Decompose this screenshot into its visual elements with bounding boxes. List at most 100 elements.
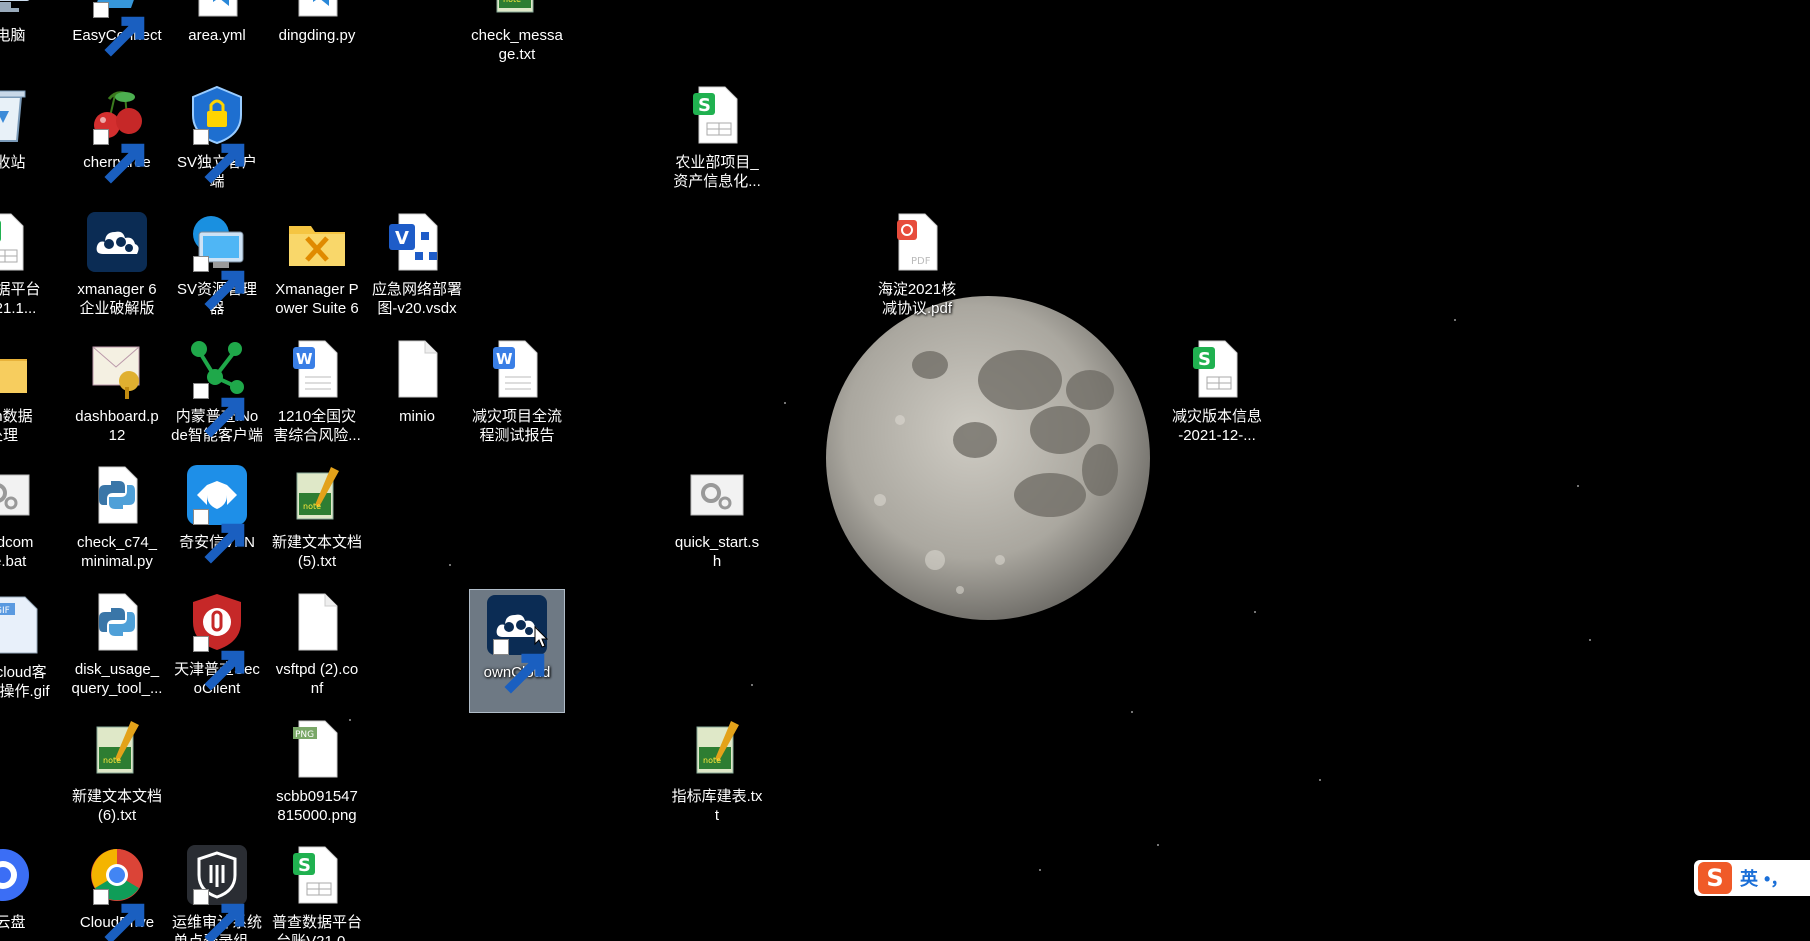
desktop-icon-disaster-test-report[interactable]: W 减灾项目全流 程测试报告_... [470,334,564,456]
desktop-icon-new-text-5[interactable]: note 新建文本文档 (5).txt [270,460,364,582]
desktop-icon-label: 1210全国灾 害综合风险... [273,408,361,444]
recycle-bin-icon [0,83,35,147]
desktop-icon-area-yml[interactable]: area.yml [170,0,264,75]
desktop[interactable]: 此电脑 EasyConnect area.yml dingding.py note che… [0,0,1810,941]
desktop-icon-aliyun-drive[interactable]: 里云盘 [0,840,50,941]
certificate-icon [85,337,149,401]
desktop-icon-ops-audit[interactable]: 运维审计系统 单点登录组... [170,840,264,941]
desktop-icon-beyondcompare-bat[interactable]: yondcom are.bat [0,460,50,582]
desktop-icon-label: disk_usage_ query_tool_... [71,661,163,697]
shortcut-arrow-icon [193,383,245,438]
xmanager-folder-icon [285,210,349,274]
sogou-ime-icon[interactable]: S [1698,862,1732,894]
desktop-icon-minio[interactable]: minio [370,334,464,456]
desktop-icon-python-data[interactable]: thon数据 处理 [0,334,50,456]
desktop-icon-scbb-png[interactable]: PNG scbb091547 815000.png [270,714,364,836]
shortcut-arrow-icon [93,889,145,941]
gif-icon: GIF [0,593,49,657]
shortcut-arrow-icon [193,889,245,941]
desktop-icon-dingding-py[interactable]: dingding.py [270,0,364,75]
desktop-icon-label: 查数据平台 账V21.1... [0,281,41,317]
word-icon: W [485,337,549,401]
desktop-icon-census-data-v21b[interactable]: S 普查数据平台 台账V21.0... [270,840,364,941]
desktop-icon-label: 回收站 [0,154,26,171]
shortcut-arrow-icon [193,636,245,691]
pdf-icon: PDF [885,210,949,274]
desktop-icon-label: area.yml [188,27,246,44]
ime-language-toggle[interactable]: 英 [1740,865,1758,891]
desktop-icon-label: dashboard.p 12 [75,408,159,444]
desktop-icon-clouddrive[interactable]: CloudDrive [70,840,164,941]
aliyun-icon [0,843,35,907]
shield-lock-icon [185,83,249,184]
cherry-icon [85,83,149,184]
gear-file-icon [0,463,35,527]
desktop-icon-label: thon数据 处理 [0,408,33,444]
svg-text:note: note [503,0,521,4]
svg-text:GIF: GIF [0,606,10,616]
python-file-icon [85,463,149,527]
mouse-cursor-icon [534,626,548,648]
desktop-icon-label: 普查数据平台 台账V21.0... [271,914,362,941]
desktop-icon-haidian-pdf[interactable]: PDF 海淀2021核 减协议.pdf [870,207,964,329]
blank-file-icon [285,590,349,654]
desktop-icon-check-message[interactable]: note check_messa ge.txt [470,0,564,75]
desktop-icon-label: xmanager 6 企业破解版 [77,281,157,317]
desktop-icon-check-c74[interactable]: check_c74_ minimal.py [70,460,164,582]
notepad-icon: note [485,0,549,20]
ime-punctuation-toggle[interactable]: •， [1764,865,1788,891]
desktop-icon-label: quick_start.s h [674,534,760,570]
spreadsheet-icon: S [685,83,749,147]
desktop-icon-disaster-version-info[interactable]: S 减灾版本信息 -2021-12-... [1170,334,1264,456]
desktop-icon-label: 海淀2021核 减协议.pdf [877,281,957,317]
desktop-icon-vsftpd-conf[interactable]: vsftpd (2).co nf [270,587,364,709]
notepad-icon: note [85,717,149,781]
svg-text:note: note [103,756,121,765]
spreadsheet-icon: S [0,210,35,274]
desktop-icon-census-data-v21[interactable]: S 查数据平台 账V21.1... [0,207,50,329]
desktop-icon-label: ncloud客 端操作.gif [0,664,50,700]
png-icon: PNG [285,717,349,781]
node-graph-icon [185,337,249,438]
desktop-icon-new-text-6[interactable]: note 新建文本文档 (6).txt [70,714,164,836]
shortcut-arrow-icon [193,509,245,564]
easyconnect-icon [85,0,149,57]
notepad-icon: note [285,463,349,527]
desktop-icon-disk-usage[interactable]: disk_usage_ query_tool_... [70,587,164,709]
desktop-icon-tianjin-secoclient[interactable]: 天津普查Sec oClient [170,587,264,709]
python-file-icon [85,590,149,654]
desktop-icon-agri-project[interactable]: S 农业部项目_ 资产信息化... [670,80,764,202]
desktop-icon-dashboard-p12[interactable]: dashboard.p 12 [70,334,164,456]
desktop-icon-easyconnect[interactable]: EasyConnect [70,0,164,75]
desktop-icon-sv-client[interactable]: SV独立客户 端 [170,80,264,202]
desktop-icon-quick-start[interactable]: quick_start.s h [670,460,764,582]
blank-file-icon [385,337,449,401]
svg-text:note: note [703,756,721,765]
desktop-icon-qianxin-vpn[interactable]: 奇安信VPN [170,460,264,582]
gear-file-icon [685,463,749,527]
desktop-icon-recycle-bin[interactable]: 回收站 [0,80,50,202]
desktop-icon-label: yondcom are.bat [0,534,34,570]
desktop-icon-inner-mongolia-node[interactable]: 内蒙普查iNo de智能客户端 [170,334,264,456]
desktop-icon-label: check_messa ge.txt [471,27,563,63]
desktop-icon-emergency-vsdx[interactable]: V 应急网络部署 图-v20.vsdx [370,207,464,329]
desktop-icon-xmanager-suite[interactable]: Xmanager P ower Suite 6 [270,207,364,329]
spreadsheet-icon: S [1185,337,1249,401]
desktop-icon-xmanager-cracked[interactable]: xmanager 6 企业破解版 [70,207,164,329]
svg-text:W: W [496,350,513,368]
desktop-icon-index-table-txt[interactable]: note 指标库建表.tx t [670,714,764,836]
desktop-icon-national-1210[interactable]: W 1210全国灾 害综合风险... [270,334,364,456]
desktop-icon-sv-resource-mgr[interactable]: SV资源管理 器 [170,207,264,329]
desktop-icon-label: scbb091547 815000.png [276,788,358,824]
desktop-icon-this-pc[interactable]: 此电脑 [0,0,50,75]
vscode-file-icon [185,0,249,20]
cloud-app-icon [85,210,149,274]
desktop-icon-owncloud[interactable]: ownCloud [469,589,565,713]
desktop-icon-label: 新建文本文档 (5).txt [271,534,362,570]
desktop-icon-cherrytree[interactable]: cherrytree [70,80,164,202]
svg-text:V: V [395,228,409,249]
folder-icon [0,337,35,401]
svg-text:PNG: PNG [295,730,314,740]
ime-toolbar[interactable]: S 英 •， [1694,860,1810,896]
desktop-icon-owncloud-gif[interactable]: GIF ncloud客 端操作.gif [0,590,64,712]
